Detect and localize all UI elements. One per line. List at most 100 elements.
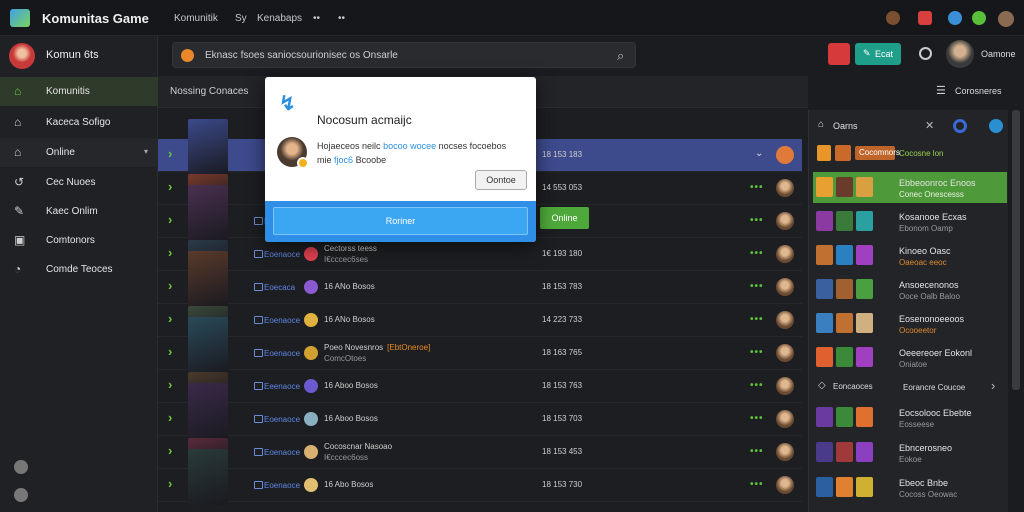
table-row[interactable]: › Eoenaoce 16 Abo Bosos 18 153 730 ••• [158,449,802,505]
row-avatar[interactable] [776,179,794,197]
modal-primary-button[interactable]: Roriner [273,207,528,235]
row-avatar[interactable] [776,146,794,164]
right-panel-item[interactable]: Kinoeo Oasc Oaeoac eeoc [813,240,1007,271]
header-avatar[interactable] [946,40,974,68]
sidebar-item-kaec-onlim[interactable]: ✎ Kaec Onlim [0,197,158,226]
chevron-right-icon[interactable]: › [168,278,172,293]
search-input[interactable]: Eknasc fsoes saniocsourionisec os Onsarl… [205,50,398,61]
table-row[interactable]: › Eoenaoce Cocoscnar Nasoao I€cccec6oss 18 1… [158,436,802,469]
row-avatar[interactable] [776,476,794,494]
game-thumbnail[interactable] [188,119,228,175]
right-panel-item[interactable]: Oeeereoer Eokonl Oniatoe [813,342,1007,373]
right-panel-item[interactable]: Ebeoc Bnbe Cocoss Oeowac [813,472,1007,503]
more-options-icon[interactable]: ••• [750,215,764,226]
row-avatar[interactable] [776,212,794,230]
chevron-right-icon[interactable]: › [168,344,172,359]
row-avatar[interactable] [776,344,794,362]
table-row[interactable]: › Eoenaoce 16 Aboo Bosos 18 153 703 ••• [158,383,802,439]
game-thumbnail[interactable] [188,251,228,307]
close-icon[interactable]: ✕ [925,119,934,132]
row-avatar[interactable] [776,443,794,461]
chevron-right-icon[interactable]: › [991,378,995,393]
more-options-icon[interactable]: ••• [750,479,764,490]
sidebar-item-kaceca-sofigo[interactable]: ⌂ Kaceca Sofigo [0,108,158,137]
status-ring-icon[interactable] [919,47,932,60]
right-panel-item[interactable]: Ansoecenonos Ooce Oalb Baloo [813,274,1007,305]
search-icon[interactable]: ⌕ [617,48,624,64]
right-panel-item[interactable]: Eosenonoeeoos Ocooeetor [813,308,1007,339]
right-panel-item[interactable]: Kosanooe Ecxas Ebonom Oamp [813,206,1007,237]
table-row[interactable]: › Eoenaoce Poeo Novesnros [EbtOneroe] ComcOt… [158,317,802,373]
row-title: 16 Aboo Bosos [324,414,378,423]
profile-icon[interactable] [886,11,900,25]
chevron-right-icon[interactable]: › [168,212,172,227]
chevron-right-icon[interactable]: › [168,146,172,161]
menu-item-kenabaps[interactable]: Kenabaps [257,13,302,24]
game-thumbnail[interactable] [188,317,228,373]
globe-icon[interactable] [989,119,1003,133]
primary-action-button[interactable]: ✎ Ecat [855,43,901,65]
chevron-right-icon[interactable]: › [168,443,172,458]
sidebar-item-cec-nuoes[interactable]: ↺ Cec Nuoes [0,168,158,197]
help-icon[interactable] [14,460,28,474]
row-avatar[interactable] [776,377,794,395]
table-row[interactable]: › Eeenaoce 16 Aboo Bosos 18 153 763 ••• [158,370,802,403]
item-subtitle: Ooce Oalb Baloo [899,292,960,301]
more-options-icon[interactable]: ••• [750,281,764,292]
red-action-icon[interactable] [828,43,850,65]
sidebar-item-online[interactable]: ⌂ Online ▾ [0,138,158,167]
modal-link[interactable]: bocoo wocee [383,141,436,151]
chevron-right-icon[interactable]: › [168,245,172,260]
row-avatar[interactable] [776,410,794,428]
more-options-icon[interactable]: ••• [750,413,764,424]
right-panel-item[interactable]: Ebncerosneo Eokoe [813,437,1007,468]
right-panel-item[interactable]: Ebbeoonroc Enoos Conec Onescesss [813,172,1007,203]
chevron-right-icon[interactable]: › [168,410,172,425]
chevron-right-icon[interactable]: › [168,476,172,491]
table-row[interactable]: › Eoenaoce Cectorss teess I€cccec6ses 1€ 193… [158,238,802,271]
menu-item-komunitik[interactable]: Komunitik [174,13,218,24]
scrollbar[interactable] [1012,110,1020,390]
list-view-icon[interactable]: ☰ [936,84,946,97]
table-row[interactable]: › Eoenaoce 16 ANo Bosos 14 223 733 ••• [158,304,802,337]
game-thumbnail[interactable] [188,383,228,439]
sidebar-item-comtonors[interactable]: ▣ Comtonors [0,226,158,255]
row-avatar[interactable] [776,245,794,263]
chevron-right-icon[interactable]: › [168,179,172,194]
more-options-icon[interactable]: ••• [750,314,764,325]
menu-more-icon-2[interactable]: •• [338,13,345,24]
menu-more-icon[interactable]: •• [313,13,320,24]
more-options-icon[interactable]: ••• [750,248,764,259]
section-row[interactable]: ◇ Eoncaoces Eorancre Coucoe › [813,376,1007,398]
chevron-right-icon[interactable]: › [168,377,172,392]
game-tile [856,177,873,197]
more-options-icon[interactable]: ••• [750,182,764,193]
status-icon[interactable] [972,11,986,25]
modal-link[interactable]: fjoc6 [334,155,353,165]
more-options-icon[interactable]: ••• [750,380,764,391]
game-thumbnail[interactable] [188,449,228,505]
sidebar-item-komunitis[interactable]: ⌂ Komunitis [0,77,158,106]
sidebar-item-comde-teoces[interactable]: ◔ Comde Teoces [0,255,158,284]
settings-icon[interactable] [14,488,28,502]
row-avatar[interactable] [776,278,794,296]
more-options-icon[interactable]: ••• [750,446,764,457]
online-button[interactable]: Online [540,207,589,229]
game-tile [836,211,853,231]
chevron-down-icon[interactable]: ⌄ [755,148,763,159]
notification-icon[interactable] [918,11,932,25]
right-panel-top-item[interactable]: Cocomnors Cocosne lon [813,141,1007,167]
right-panel-item[interactable]: Eocsolooc Ebebte Eosseese [813,402,1007,433]
table-row[interactable]: › Eoecaca 16 ANo Bosos 18 153 783 ••• [158,251,802,307]
sidebar-user[interactable]: Komun 6ts [0,36,158,74]
refresh-icon[interactable] [953,119,967,133]
avatar[interactable] [998,11,1014,27]
friends-icon[interactable] [948,11,962,25]
chevron-right-icon[interactable]: › [168,311,172,326]
row-avatar[interactable] [776,311,794,329]
more-options-icon[interactable]: ••• [750,347,764,358]
menu-item-sy[interactable]: Sy [235,13,247,24]
modal-secondary-button[interactable]: Oontoe [475,170,527,190]
search-bar[interactable]: Eknasc fsoes saniocsourionisec os Onsarl… [172,42,636,68]
game-thumbnail[interactable] [188,185,228,241]
